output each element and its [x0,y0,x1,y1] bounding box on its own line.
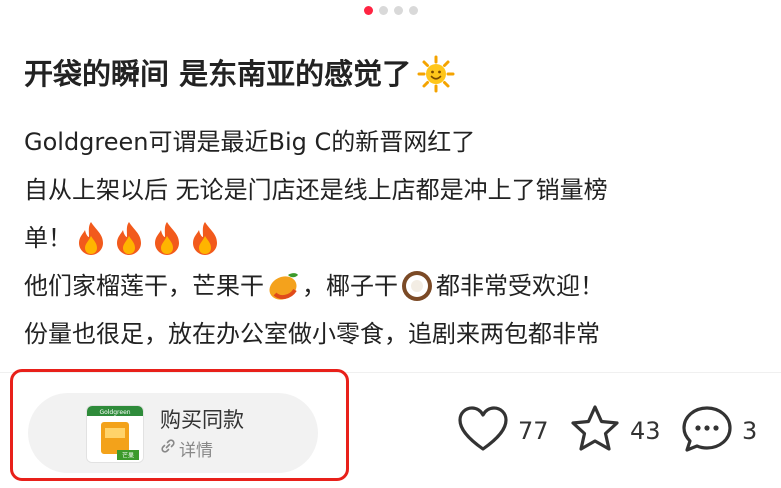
carousel-dot [394,6,403,15]
coconut-emoji-icon [400,269,434,303]
favorite-count: 43 [630,417,661,445]
comment-count: 3 [742,417,758,445]
content-line: 单！ [24,214,769,262]
sun-emoji-icon [417,55,455,93]
content-text: 都非常受欢迎！ [436,272,604,300]
like-button[interactable]: 77 [456,404,549,458]
content-line: Goldgreen可谓是最近Big C的新晋网红了 [24,128,476,156]
post-title-text: 开袋的瞬间 是东南亚的感觉了 [24,57,412,91]
fire-emoji-icon [150,220,184,256]
mango-emoji-icon [266,269,300,303]
like-count: 77 [518,417,549,445]
carousel-indicator [364,6,418,15]
favorite-button[interactable]: 43 [568,404,661,458]
carousel-dot-active [364,6,373,15]
star-icon [568,404,622,458]
fire-emoji-icon [188,220,222,256]
carousel-dot [379,6,388,15]
carousel-dot [409,6,418,15]
content-line: 他们家榴莲干，芒果干 ，椰子干 都非常受欢迎！ [24,262,769,310]
content-text: 他们家榴莲干，芒果干 [24,272,264,300]
fire-emoji-icon [74,220,108,256]
content-text: ，椰子干 [302,272,398,300]
heart-icon [456,404,510,458]
buy-section-highlight [10,369,349,481]
comment-bubble-icon [680,404,734,458]
content-line: 份量也很足，放在办公室做小零食，追剧来两包都非常 [24,320,600,348]
comment-button[interactable]: 3 [680,404,757,458]
post-content: Goldgreen可谓是最近Big C的新晋网红了 自从上架以后 无论是门店还是… [24,118,769,370]
post-title: 开袋的瞬间 是东南亚的感觉了 [24,52,455,96]
fire-emoji-icon [112,220,146,256]
content-line: 自从上架以后 无论是门店还是线上店都是冲上了销量榜 [24,176,608,204]
content-text: 单！ [24,224,72,252]
